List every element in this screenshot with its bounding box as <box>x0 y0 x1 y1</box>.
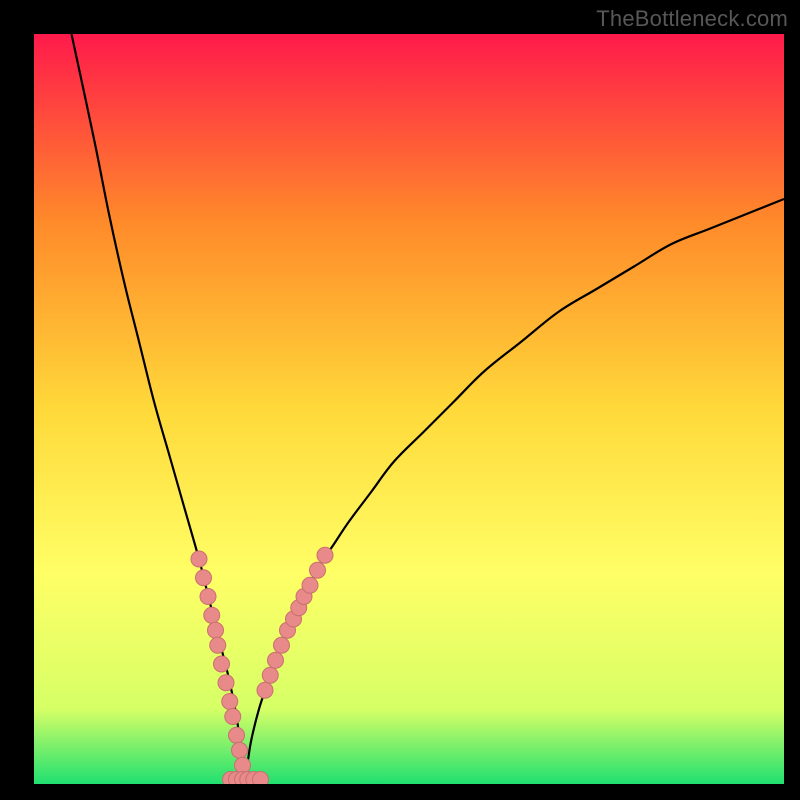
data-marker <box>218 675 234 691</box>
data-marker <box>210 637 226 653</box>
watermark-text: TheBottleneck.com <box>596 6 788 32</box>
data-marker <box>208 622 224 638</box>
data-marker <box>222 694 238 710</box>
data-marker <box>229 727 245 743</box>
data-marker <box>204 607 220 623</box>
data-marker <box>274 637 290 653</box>
data-marker <box>214 656 230 672</box>
data-marker <box>191 551 207 567</box>
data-marker <box>317 547 333 563</box>
gradient-background <box>34 34 784 784</box>
data-marker <box>268 652 284 668</box>
data-marker <box>200 589 216 605</box>
outer-frame: TheBottleneck.com <box>0 0 800 800</box>
chart-svg <box>34 34 784 784</box>
data-marker <box>262 667 278 683</box>
data-marker <box>302 577 318 593</box>
data-marker <box>257 682 273 698</box>
data-marker <box>232 742 248 758</box>
plot-area <box>34 34 784 784</box>
data-marker <box>235 757 251 773</box>
data-marker <box>225 709 241 725</box>
data-marker <box>253 772 269 785</box>
data-marker <box>196 570 212 586</box>
data-marker <box>310 562 326 578</box>
